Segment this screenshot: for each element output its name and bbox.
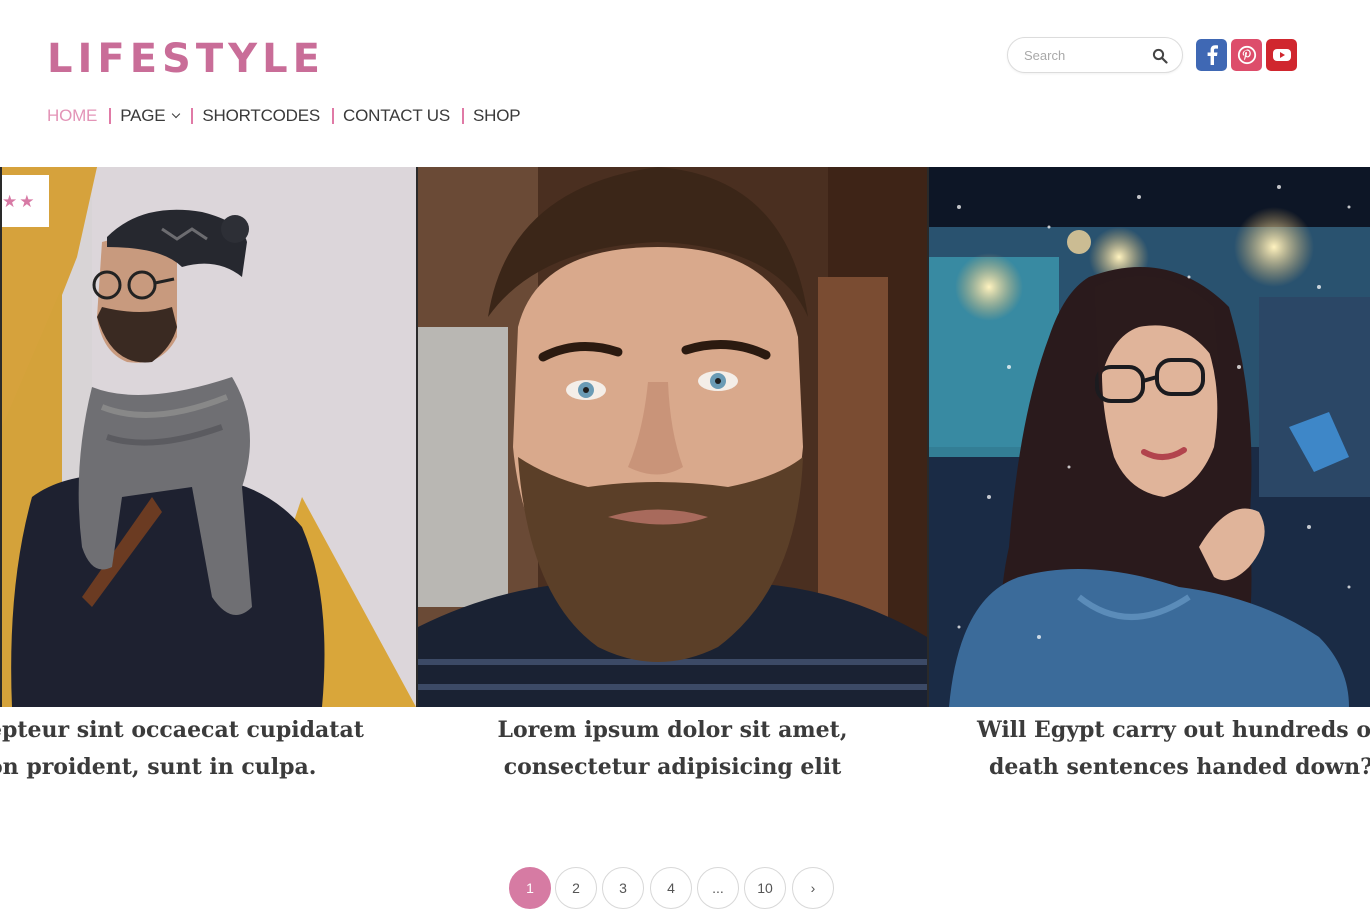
slide-caption[interactable]: epteur sint occaecat cupidatat on proide… xyxy=(0,712,414,792)
slide-image-man-beanie[interactable] xyxy=(2,167,416,707)
pinterest-icon xyxy=(1237,45,1256,65)
page-ellipsis: ... xyxy=(697,867,739,909)
slide-image-woman-glasses[interactable] xyxy=(929,167,1370,707)
star-icon: ★★ xyxy=(2,191,37,211)
nav-item-label: HOME xyxy=(47,106,98,125)
page-button-2[interactable]: 2 xyxy=(555,867,597,909)
nav-separator xyxy=(109,108,112,124)
caption-line: epteur sint occaecat cupidatat xyxy=(0,717,364,743)
search-box xyxy=(1007,37,1183,73)
nav-separator xyxy=(461,108,464,124)
search-input[interactable] xyxy=(1024,45,1149,65)
caption-line: consectetur adipisicing elit xyxy=(503,754,842,780)
nav-item-page[interactable]: PAGE xyxy=(120,106,181,126)
slide-image-bearded-man[interactable] xyxy=(418,167,927,707)
nav-item-label: CONTACT US xyxy=(343,106,450,125)
facebook-icon xyxy=(1207,45,1218,65)
nav-item-shortcodes[interactable]: SHORTCODES xyxy=(202,106,320,126)
photo-bearded-man xyxy=(418,167,927,707)
nav-separator xyxy=(191,108,194,124)
caption-line: on proident, sunt in culpa. xyxy=(0,754,317,780)
photo-man-beanie xyxy=(2,167,416,707)
caption-line: Lorem ipsum dolor sit amet, xyxy=(497,717,848,743)
page-button-3[interactable]: 3 xyxy=(602,867,644,909)
featured-slider[interactable] xyxy=(0,167,1370,707)
page-button-4[interactable]: 4 xyxy=(650,867,692,909)
nav-item-label: SHORTCODES xyxy=(202,106,321,125)
pagination: 1 2 3 4 ... 10 › xyxy=(0,867,1370,911)
nav-item-shop[interactable]: SHOP xyxy=(472,106,521,126)
slide-caption[interactable]: Lorem ipsum dolor sit amet, consectetur … xyxy=(418,712,927,792)
nav-item-contact-us[interactable]: CONTACT US xyxy=(343,106,450,126)
youtube-icon xyxy=(1272,49,1291,61)
caption-line: death sentences handed down? xyxy=(989,754,1370,780)
page-button-10[interactable]: 10 xyxy=(744,867,786,909)
nav-separator xyxy=(332,108,335,124)
pinterest-button[interactable] xyxy=(1231,39,1262,71)
page-button-1[interactable]: 1 xyxy=(509,867,551,909)
next-page-button[interactable]: › xyxy=(792,867,834,909)
site-logo[interactable]: LIFESTYLE xyxy=(47,36,325,82)
rating-badge: ★★ xyxy=(2,175,49,227)
chevron-down-icon xyxy=(172,109,181,119)
slide-caption[interactable]: Will Egypt carry out hundreds o death se… xyxy=(929,712,1370,792)
search-icon[interactable] xyxy=(1152,48,1168,64)
facebook-button[interactable] xyxy=(1196,39,1227,71)
youtube-button[interactable] xyxy=(1266,39,1297,71)
nav-item-label: PAGE xyxy=(120,106,166,125)
photo-woman-glasses xyxy=(929,167,1370,707)
nav-item-label: SHOP xyxy=(472,106,521,125)
nav-item-home[interactable]: HOME xyxy=(47,106,97,126)
main-nav: HOME PAGE SHORTCODES CONTACT US SHOP xyxy=(47,104,521,128)
caption-line: Will Egypt carry out hundreds o xyxy=(977,717,1370,743)
